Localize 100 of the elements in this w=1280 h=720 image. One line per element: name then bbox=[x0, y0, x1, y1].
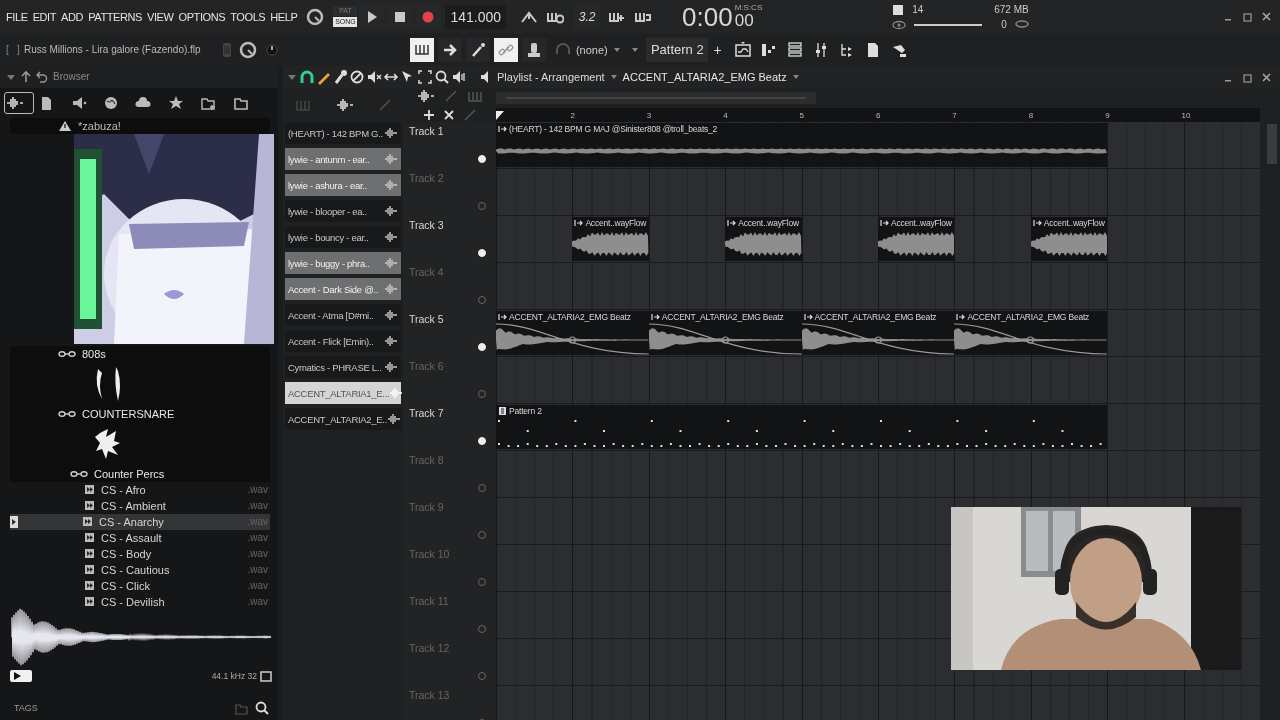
audio-clip[interactable]: ACCENT_ALTARIA2_EMG Beatz bbox=[801, 311, 955, 355]
waveform-icon[interactable] bbox=[384, 127, 398, 139]
file-row[interactable]: CS - Body .wav bbox=[10, 545, 270, 562]
play-button[interactable] bbox=[10, 670, 32, 683]
restore-icon[interactable] bbox=[1242, 11, 1253, 22]
file-row[interactable]: CS - Ambient .wav bbox=[10, 497, 270, 514]
channel-item[interactable]: (HEART) - 142 BPM G.. bbox=[285, 122, 401, 144]
menu-item[interactable]: PATTERNS bbox=[88, 10, 142, 23]
channel-item[interactable]: lywie - ashura - ear.. bbox=[285, 174, 401, 196]
clip-menu-icon[interactable] bbox=[498, 123, 507, 134]
menu-item[interactable]: TOOLS bbox=[230, 10, 266, 23]
track-lane[interactable]: (HEART) - 142 BPM G MAJ @Sinister808 @troll_beats_2 bbox=[496, 122, 1260, 169]
waveform-icon[interactable] bbox=[384, 361, 398, 373]
channel-rack-icon[interactable] bbox=[785, 40, 804, 59]
channel-item[interactable]: ACCENT_ALTARIA2_E.. bbox=[285, 408, 401, 430]
back-icon[interactable] bbox=[36, 69, 48, 84]
waveform-icon[interactable] bbox=[384, 335, 398, 347]
audio-clip[interactable]: ACCENT_ALTARIA2_EMG Beatz bbox=[496, 311, 649, 355]
magnet-icon[interactable] bbox=[298, 69, 314, 85]
channel-item[interactable]: Accent - Flick [Emin).. bbox=[285, 330, 401, 352]
channel-item[interactable]: Cymatics - PHRASE L.. bbox=[285, 356, 401, 378]
channel-item[interactable]: lywie - bouncy - ear.. bbox=[285, 226, 401, 248]
track-lane[interactable]: ACCENT_ALTARIA2_EMG Beatz ACCENT_ALTARIA2_EMG Beatz ACCENT_ALTARIA2_EMG Beatz ACCENT_ALTARIA2_EMG Beatz bbox=[496, 310, 1260, 357]
waveform-icon[interactable] bbox=[387, 413, 401, 425]
pattern-clip[interactable]: Pattern 2 bbox=[496, 405, 1108, 449]
playhead-marker-icon[interactable] bbox=[496, 110, 504, 120]
file-row[interactable]: CS - Devilish .wav bbox=[10, 593, 270, 607]
pattern-name[interactable]: ACCENT_ALTARIA2_EMG Beatz bbox=[622, 71, 787, 83]
channel-item[interactable]: lywie - buggy - phra.. bbox=[285, 252, 401, 274]
pattern-icon[interactable] bbox=[498, 405, 507, 416]
clip-menu-icon[interactable] bbox=[650, 311, 660, 322]
up-icon[interactable] bbox=[21, 69, 31, 84]
playlist-icon[interactable] bbox=[733, 40, 752, 59]
channel-item[interactable]: Accent - Atma [D#mi.. bbox=[285, 304, 401, 326]
channel-item[interactable]: lywie - blooper - ea.. bbox=[285, 200, 401, 222]
wand-button[interactable] bbox=[465, 37, 490, 62]
search-icon[interactable] bbox=[254, 700, 270, 717]
audio-clip[interactable]: Accent..wayFlow bbox=[878, 217, 955, 261]
folder-name[interactable]: 808s bbox=[82, 347, 106, 360]
track-lane[interactable]: Pattern 2 bbox=[496, 404, 1260, 451]
brush-icon[interactable] bbox=[332, 69, 348, 85]
all-tab[interactable] bbox=[4, 91, 34, 114]
file-row[interactable]: CS - Click .wav bbox=[10, 577, 270, 594]
file-row[interactable]: CS - Cautious .wav bbox=[10, 561, 270, 578]
waveform-icon[interactable] bbox=[384, 231, 398, 243]
knob-icon[interactable] bbox=[265, 41, 278, 58]
plus-icon[interactable] bbox=[422, 109, 435, 121]
channel-item[interactable]: lywie - antunm - ear.. bbox=[285, 148, 401, 170]
playback-icon[interactable] bbox=[451, 69, 467, 85]
menu-item[interactable]: FILE bbox=[6, 10, 28, 23]
overview-scrollbar[interactable] bbox=[496, 92, 816, 104]
close-icon[interactable] bbox=[1261, 71, 1272, 83]
audio-clip[interactable]: ACCENT_ALTARIA2_EMG Beatz bbox=[954, 311, 1108, 355]
channel-item[interactable]: Accent - Dark Side @.. bbox=[285, 278, 401, 300]
mute-icon[interactable] bbox=[366, 69, 382, 85]
clip-menu-icon[interactable] bbox=[498, 311, 507, 322]
snap-dropdown[interactable]: (none) bbox=[553, 40, 622, 59]
tempo-display[interactable]: 141.000 bbox=[445, 4, 507, 29]
clip-menu-icon[interactable] bbox=[956, 311, 966, 322]
add-pattern-button[interactable]: + bbox=[709, 41, 726, 58]
waveform-icon[interactable] bbox=[384, 205, 398, 217]
knob-icon[interactable] bbox=[237, 39, 258, 60]
clip-menu-icon[interactable] bbox=[880, 217, 889, 228]
menu-item[interactable]: EDIT bbox=[32, 10, 57, 23]
timeline-ruler[interactable]: 2 3 4 5 6 7 8 9 10 bbox=[496, 108, 1260, 122]
waveform-icon[interactable] bbox=[335, 97, 355, 113]
audio-clip[interactable]: Accent..wayFlow bbox=[1030, 217, 1108, 261]
menu-item[interactable]: ADD bbox=[61, 10, 84, 23]
menu-item[interactable]: VIEW bbox=[147, 10, 174, 23]
clip-menu-icon[interactable] bbox=[574, 217, 584, 228]
waveform-icon[interactable] bbox=[384, 309, 398, 321]
frame-icon[interactable] bbox=[260, 670, 272, 682]
file-row[interactable]: CS - Assault .wav bbox=[10, 529, 270, 546]
pattern-selector[interactable]: Pattern 2 bbox=[645, 37, 708, 62]
audio-clip[interactable]: (HEART) - 142 BPM G MAJ @Sinister808 @troll_beats_2 bbox=[496, 123, 1108, 167]
menu-item[interactable]: OPTIONS bbox=[178, 10, 226, 23]
close-icon[interactable] bbox=[1261, 11, 1272, 22]
keyboard-button[interactable] bbox=[409, 37, 434, 62]
clip-menu-icon[interactable] bbox=[727, 217, 737, 228]
audio-clip[interactable]: Accent..wayFlow bbox=[725, 217, 802, 261]
restore-icon[interactable] bbox=[1242, 71, 1253, 83]
arrow-button[interactable] bbox=[437, 37, 462, 62]
clip-menu-icon[interactable] bbox=[1032, 217, 1042, 228]
waveform-icon[interactable] bbox=[415, 88, 436, 104]
menu-item[interactable]: HELP bbox=[270, 10, 298, 23]
zoom-icon[interactable] bbox=[434, 69, 450, 85]
scrollbar[interactable] bbox=[1267, 124, 1277, 164]
audio-clip[interactable]: Accent..wayFlow bbox=[572, 217, 649, 261]
knob-icon[interactable] bbox=[305, 6, 326, 27]
mixer-knob-button[interactable] bbox=[521, 37, 546, 62]
zoom-frame-icon[interactable] bbox=[417, 69, 433, 85]
file-row[interactable]: CS - Afro .wav bbox=[10, 481, 270, 498]
channel-item[interactable]: ACCENT_ALTARIA1_E... bbox=[285, 382, 401, 404]
link-button[interactable] bbox=[493, 37, 518, 62]
track-lane[interactable]: Accent..wayFlow Accent..wayFlow Accent..wayFlow Accent..wayFlow bbox=[496, 216, 1260, 263]
audio-clip[interactable]: ACCENT_ALTARIA2_EMG Beatz bbox=[648, 311, 802, 355]
folder-name[interactable]: *zabuza! bbox=[78, 119, 121, 132]
clip-menu-icon[interactable] bbox=[803, 311, 813, 322]
delete-icon[interactable] bbox=[349, 69, 365, 85]
collapse-icon[interactable] bbox=[287, 72, 297, 82]
